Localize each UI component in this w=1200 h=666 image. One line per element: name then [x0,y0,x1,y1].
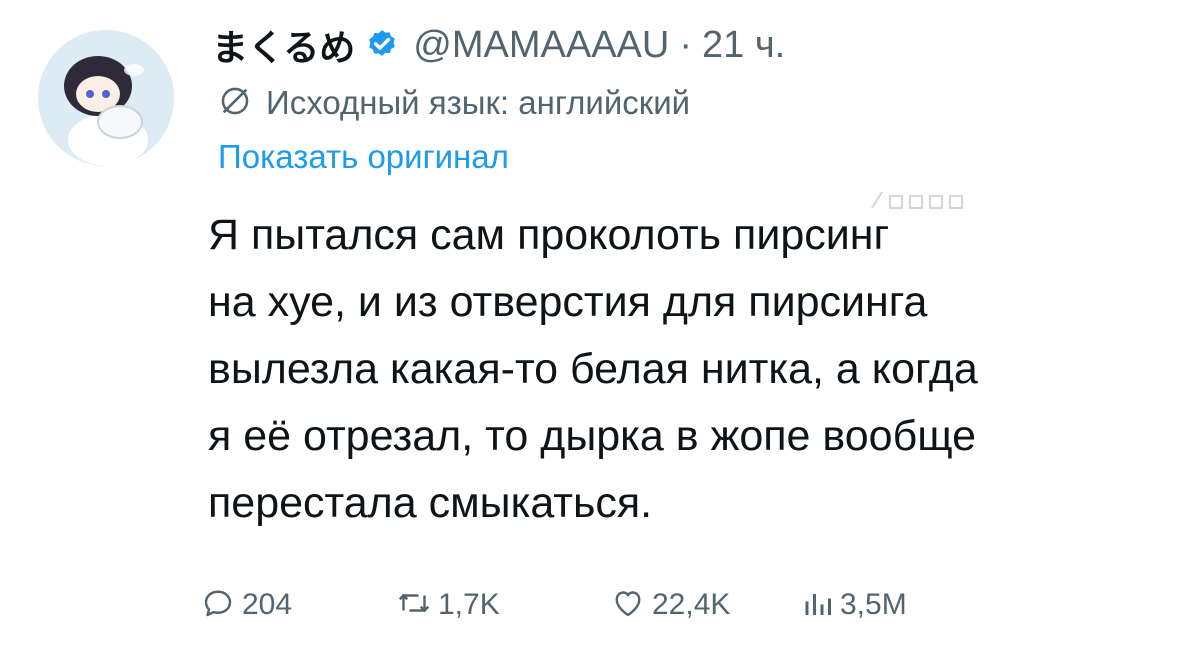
tweet-time[interactable]: 21 ч. [702,24,785,67]
tweet-text: Я пытался сам проколоть пирсинг на хуе, … [208,202,1168,537]
reply-button[interactable]: 204 [200,580,292,630]
like-button[interactable]: 22,4K [610,580,730,630]
translate-globe-icon [218,84,252,123]
retweet-button[interactable]: 1,7K [396,580,500,630]
tweet-text-line: вылезла какая-то белая нитка, а когда [208,345,978,393]
tweet-header: まくるめ @MAMAAAAU · 21 ч. [212,20,785,70]
tweet-text-line: на хуе, и из отверстия для пирсинга [208,278,928,326]
tweet-text-line: Я пытался сам проколоть пирсинг [208,211,890,259]
verified-badge-icon [365,28,399,62]
like-count: 22,4K [652,588,731,621]
tweet-text-line: перестала смыкаться. [208,479,653,527]
heart-icon [610,585,646,626]
retweet-count: 1,7K [438,588,500,621]
translation-language-label: Исходный язык: английский [266,84,691,121]
header-separator: · [679,23,692,66]
retweet-icon [396,585,432,626]
action-bar: 204 1,7K 22,4K 3,5M [200,580,980,630]
translation-note: Исходный язык: английский [218,80,690,126]
views-bar-chart-icon [798,585,834,626]
reply-icon [200,585,236,626]
views-count: 3,5M [840,588,907,621]
show-original-link[interactable]: Показать оригинал [218,138,509,176]
reply-count: 204 [242,588,293,621]
display-name[interactable]: まくるめ [212,19,355,71]
avatar-illustration [38,30,174,166]
tweet-text-line: я её отрезал, то дырка в жопе вообще [208,412,977,460]
avatar[interactable] [38,30,174,166]
user-handle[interactable]: @MAMAAAAU [413,24,669,67]
views-button[interactable]: 3,5M [798,580,907,630]
